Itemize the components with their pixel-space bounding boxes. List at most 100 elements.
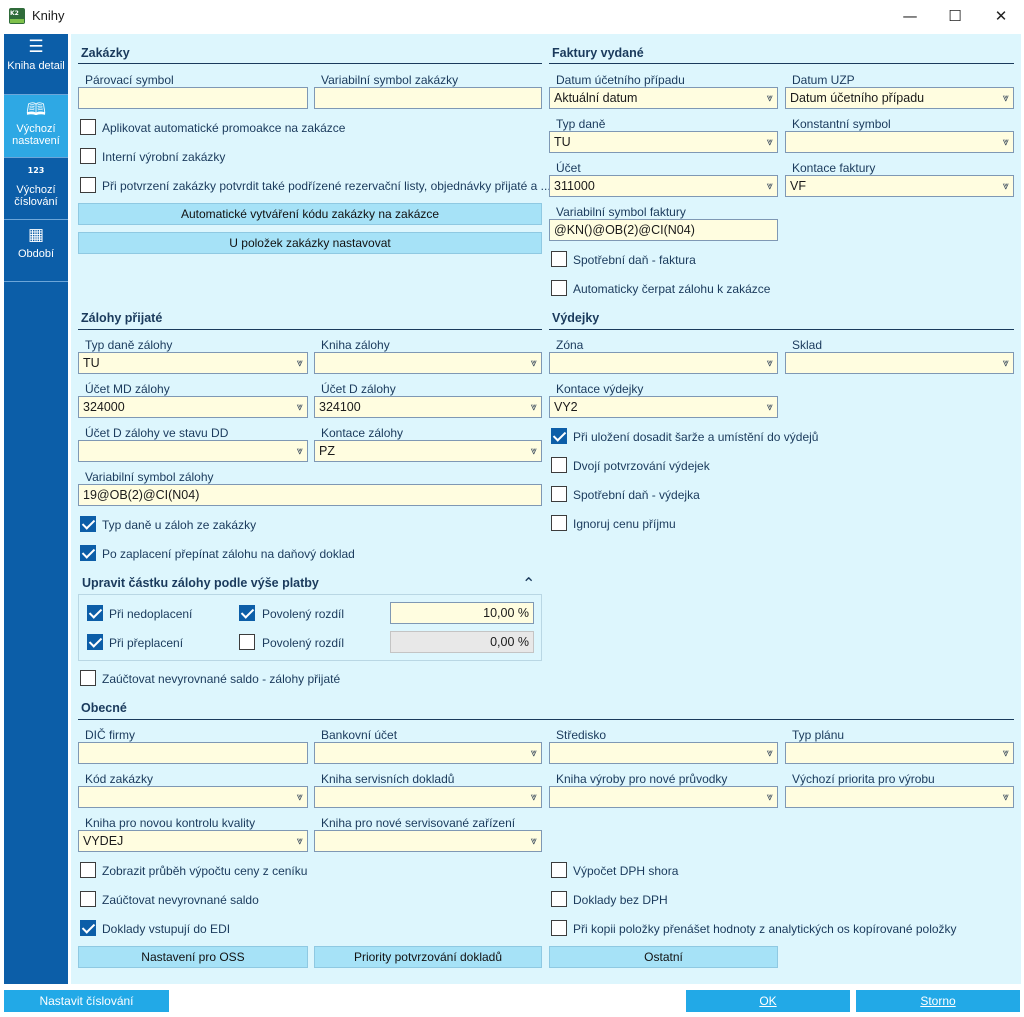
kontace-zalohy-select[interactable]: PZ ⩔ xyxy=(314,440,542,462)
interni-vyrobni-checkbox[interactable] xyxy=(80,148,96,164)
typ-dane-zalohy-select[interactable]: TU ⩔ xyxy=(78,352,308,374)
kniha-servisnich-select[interactable]: ⩔ xyxy=(314,786,542,808)
spotrebni-dan-vydejka-checkbox[interactable] xyxy=(551,486,567,502)
ucet-d-dd-select[interactable]: ⩔ xyxy=(78,440,308,462)
dropdown-chevron-icon: ⩔ xyxy=(530,444,537,457)
nastavit-cislovani-button[interactable]: Nastavit číslování xyxy=(4,990,169,1012)
dic-firmy-label: DIČ firmy xyxy=(85,728,135,742)
dph-shora-label: Výpočet DPH shora xyxy=(573,864,679,878)
spotrebni-dan-faktura-checkbox[interactable] xyxy=(551,251,567,267)
kniha-servisnich-label: Kniha servisních dokladů xyxy=(321,772,455,786)
dosadit-sarze-checkbox[interactable] xyxy=(551,428,567,444)
ucet-select[interactable]: 311000 ⩔ xyxy=(549,175,778,197)
povoleny-rozdil-1-field[interactable]: 10,00 % xyxy=(390,602,534,624)
povoleny-rozdil-2-checkbox[interactable] xyxy=(239,634,255,650)
sklad-select[interactable]: ⩔ xyxy=(785,352,1014,374)
typ-dane-ze-zakazky-checkbox[interactable] xyxy=(80,516,96,532)
sidebar-item-label: Výchozí nastavení xyxy=(12,123,60,147)
section-title-obecne: Obecné xyxy=(81,701,127,715)
typ-dane-select[interactable]: TU ⩔ xyxy=(549,131,778,153)
ucet-d-zalohy-select[interactable]: 324100 ⩔ xyxy=(314,396,542,418)
promoakce-checkbox[interactable] xyxy=(80,119,96,135)
dropdown-chevron-icon: ⩔ xyxy=(296,400,303,413)
ok-label: OK xyxy=(759,994,777,1008)
priority-potvrzovani-button[interactable]: Priority potvrzování dokladů xyxy=(314,946,542,968)
bankovni-ucet-select[interactable]: ⩔ xyxy=(314,742,542,764)
ostatni-button[interactable]: Ostatní xyxy=(549,946,778,968)
minimize-button[interactable]: — xyxy=(887,0,933,32)
kniha-kontrola-select[interactable]: VYDEJ ⩔ xyxy=(78,830,308,852)
section-title-faktury: Faktury vydané xyxy=(552,46,644,60)
doklady-edi-checkbox[interactable] xyxy=(80,920,96,936)
zauctovat-zalohy-label: Zaúčtovat nevyrovnané saldo - zálohy při… xyxy=(102,672,341,686)
datum-uzp-select[interactable]: Datum účetního případu ⩔ xyxy=(785,87,1014,109)
dph-shora-checkbox[interactable] xyxy=(551,862,567,878)
maximize-button[interactable]: ☐ xyxy=(932,0,978,32)
sidebar-item-kniha-detail[interactable]: ☰ Kniha detail xyxy=(4,38,68,96)
variabilni-symbol-zakazky-field[interactable] xyxy=(314,87,542,109)
sidebar: ☰ Kniha detail 🕮 Výchozí nastavení 123 V… xyxy=(4,34,68,984)
sidebar-item-vychozi-cislovani[interactable]: 123 Výchozí číslování xyxy=(4,162,68,218)
nastaveni-oss-button[interactable]: Nastavení pro OSS xyxy=(78,946,308,968)
bez-dph-label: Doklady bez DPH xyxy=(573,893,668,907)
potvrdit-podrizene-checkbox[interactable] xyxy=(80,177,96,193)
spotrebni-dan-vydejka-label: Spotřební daň - výdejka xyxy=(573,488,700,502)
upravit-castku-title: Upravit částku zálohy podle výše platby xyxy=(82,576,319,590)
zona-select[interactable]: ⩔ xyxy=(549,352,778,374)
kniha-zalohy-select[interactable]: ⩔ xyxy=(314,352,542,374)
stredisko-select[interactable]: ⩔ xyxy=(549,742,778,764)
dropdown-chevron-icon: ⩔ xyxy=(766,790,773,803)
zauctovat-zalohy-checkbox[interactable] xyxy=(80,670,96,686)
dropdown-chevron-icon: ⩔ xyxy=(1002,790,1009,803)
ignoruj-cenu-checkbox[interactable] xyxy=(551,515,567,531)
dropdown-chevron-icon: ⩔ xyxy=(1002,91,1009,104)
prubeh-vypoctu-label: Zobrazit průběh výpočtu ceny z ceníku xyxy=(102,864,308,878)
collapse-chevron-icon[interactable]: ⌃ xyxy=(522,574,535,593)
zauctovat-saldo-checkbox[interactable] xyxy=(80,891,96,907)
kontace-vydejky-select[interactable]: VY2 ⩔ xyxy=(549,396,778,418)
zauctovat-saldo-label: Zaúčtovat nevyrovnané saldo xyxy=(102,893,259,907)
nedoplaceni-checkbox[interactable] xyxy=(87,605,103,621)
auto-kod-zakazky-button[interactable]: Automatické vytváření kódu zakázky na za… xyxy=(78,203,542,225)
parovaci-symbol-field[interactable] xyxy=(78,87,308,109)
konstantni-symbol-select[interactable]: ⩔ xyxy=(785,131,1014,153)
kod-zakazky-select[interactable]: ⩔ xyxy=(78,786,308,808)
dvoji-potvrzovani-checkbox[interactable] xyxy=(551,457,567,473)
title-bar: K2 Knihy — ☐ ✕ xyxy=(0,0,1024,32)
nedoplaceni-label: Při nedoplacení xyxy=(109,607,193,621)
dic-firmy-field[interactable] xyxy=(78,742,308,764)
variabilni-symbol-zakazky-label: Variabilní symbol zakázky xyxy=(321,73,459,87)
sidebar-item-vychozi-nastaveni[interactable]: 🕮 Výchozí nastavení xyxy=(4,95,68,157)
variabilni-symbol-faktury-label: Variabilní symbol faktury xyxy=(556,205,686,219)
close-button[interactable]: ✕ xyxy=(978,0,1024,32)
kontace-faktury-label: Kontace faktury xyxy=(792,161,876,175)
variabilni-symbol-zalohy-label: Variabilní symbol zálohy xyxy=(85,470,214,484)
storno-button[interactable]: Storno xyxy=(856,990,1020,1012)
dropdown-chevron-icon: ⩔ xyxy=(530,834,537,847)
dropdown-chevron-icon: ⩔ xyxy=(1002,746,1009,759)
ucet-md-zalohy-select[interactable]: 324000 ⩔ xyxy=(78,396,308,418)
preplaceni-checkbox[interactable] xyxy=(87,634,103,650)
datum-ucetniho-pripadu-select[interactable]: Aktuální datum ⩔ xyxy=(549,87,778,109)
variabilni-symbol-zalohy-field[interactable]: 19@OB(2)@CI(N04) xyxy=(78,484,542,506)
cerpat-zalohu-checkbox[interactable] xyxy=(551,280,567,296)
sidebar-item-label: Výchozí číslování xyxy=(14,184,58,208)
sidebar-item-obdobi[interactable]: ▦ Období xyxy=(4,226,68,278)
prepinat-zalohu-checkbox[interactable] xyxy=(80,545,96,561)
vychozi-priorita-select[interactable]: ⩔ xyxy=(785,786,1014,808)
interni-vyrobni-label: Interní výrobní zakázky xyxy=(102,150,226,164)
ok-button[interactable]: OK xyxy=(686,990,850,1012)
variabilni-symbol-faktury-field[interactable]: @KN()@OB(2)@CI(N04) xyxy=(549,219,778,241)
kontace-faktury-select[interactable]: VF ⩔ xyxy=(785,175,1014,197)
kopie-polozky-checkbox[interactable] xyxy=(551,920,567,936)
prepinat-zalohu-label: Po zaplacení přepínat zálohu na daňový d… xyxy=(102,547,355,561)
povoleny-rozdil-1-checkbox[interactable] xyxy=(239,605,255,621)
kniha-zarizeni-select[interactable]: ⩔ xyxy=(314,830,542,852)
typ-planu-select[interactable]: ⩔ xyxy=(785,742,1014,764)
polozky-zakazky-button[interactable]: U položek zakázky nastavovat xyxy=(78,232,542,254)
bez-dph-checkbox[interactable] xyxy=(551,891,567,907)
kniha-vyroby-select[interactable]: ⩔ xyxy=(549,786,778,808)
prubeh-vypoctu-checkbox[interactable] xyxy=(80,862,96,878)
promoakce-label: Aplikovat automatické promoakce na zakáz… xyxy=(102,121,346,135)
dosadit-sarze-label: Při uložení dosadit šarže a umístění do … xyxy=(573,430,819,444)
